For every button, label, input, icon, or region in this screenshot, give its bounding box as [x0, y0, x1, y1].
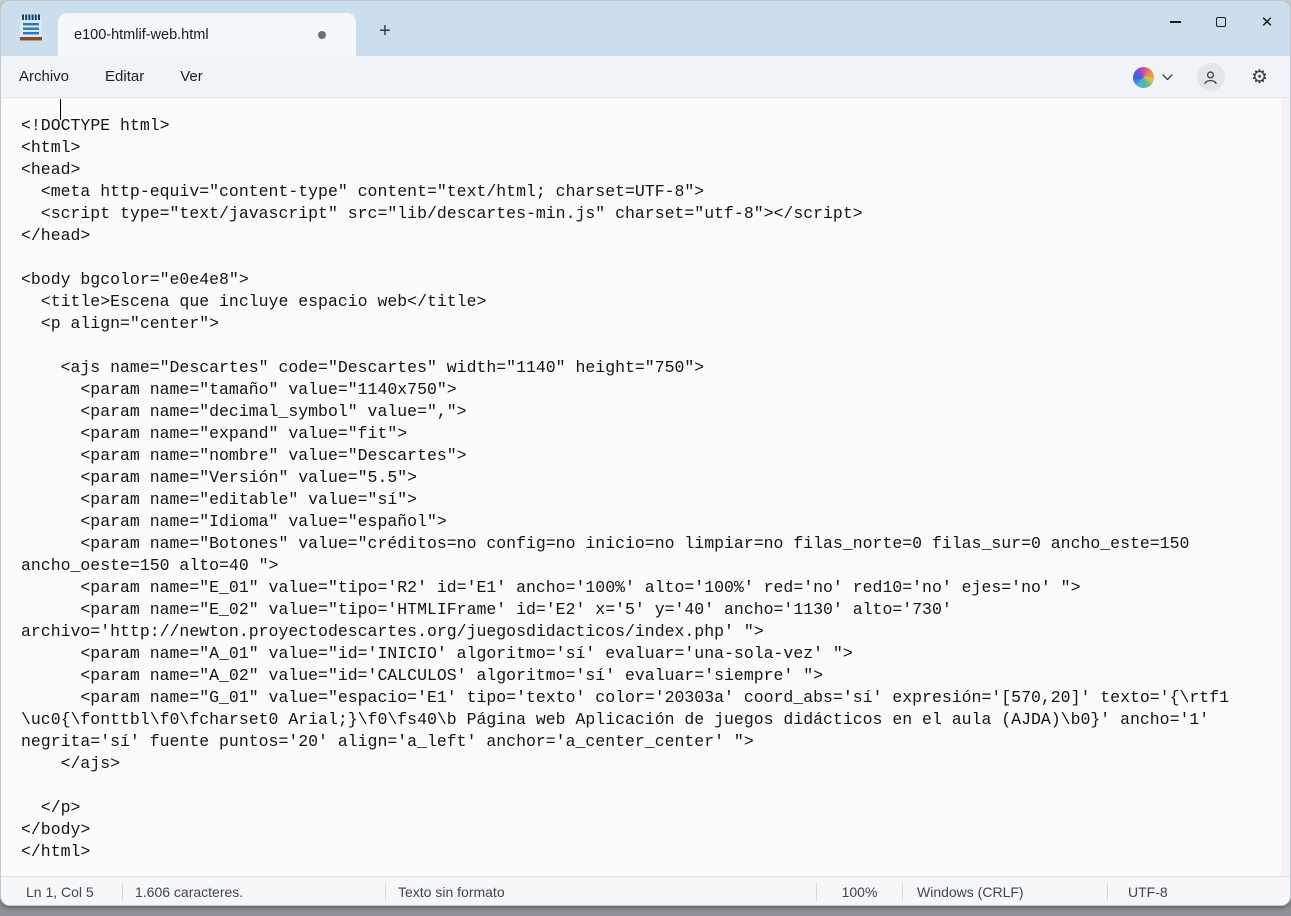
- code-line[interactable]: negrita='sí' fuente puntos='20' align='a…: [21, 731, 1290, 753]
- menubar-right: ⚙: [1127, 56, 1276, 98]
- code-line[interactable]: <param name="Idioma" value="español">: [21, 511, 1290, 533]
- new-tab-button[interactable]: +: [370, 18, 400, 44]
- zoom-level[interactable]: 100%: [817, 884, 902, 900]
- code-line[interactable]: <head>: [21, 159, 1290, 181]
- code-line[interactable]: <param name="A_01" value="id='INICIO' al…: [21, 643, 1290, 665]
- code-line[interactable]: [21, 247, 1290, 269]
- code-line[interactable]: [21, 775, 1290, 797]
- minimize-button[interactable]: [1152, 1, 1198, 43]
- minimize-icon: [1170, 21, 1181, 22]
- line-ending[interactable]: Windows (CRLF): [903, 884, 1107, 900]
- unsaved-changes-dot: [318, 31, 326, 39]
- account-icon: [1202, 69, 1219, 86]
- code-line[interactable]: <!DOCTYPE html>: [21, 115, 1290, 137]
- code-line[interactable]: archivo='http://newton.proyectodescartes…: [21, 621, 1290, 643]
- copilot-icon: [1133, 67, 1154, 88]
- close-button[interactable]: ✕: [1244, 1, 1290, 43]
- code-line[interactable]: <script type="text/javascript" src="lib/…: [21, 203, 1290, 225]
- tab-title: e100-htmlif-web.html: [74, 27, 318, 43]
- vertical-scrollbar[interactable]: [1281, 98, 1290, 876]
- settings-button[interactable]: ⚙: [1243, 66, 1276, 89]
- code-line[interactable]: <param name="tamaño" value="1140x750">: [21, 379, 1290, 401]
- statusbar: Ln 1, Col 5 1.606 caracteres. Texto sin …: [1, 876, 1290, 906]
- code-line[interactable]: </head>: [21, 225, 1290, 247]
- code-line[interactable]: ancho_oeste=150 alto=40 ">: [21, 555, 1290, 577]
- code-line[interactable]: <param name="decimal_symbol" value=",">: [21, 401, 1290, 423]
- code-line[interactable]: <param name="nombre" value="Descartes">: [21, 445, 1290, 467]
- code-line[interactable]: <param name="expand" value="fit">: [21, 423, 1290, 445]
- code-line[interactable]: <body bgcolor="e0e4e8">: [21, 269, 1290, 291]
- code-line[interactable]: <title>Escena que incluye espacio web</t…: [21, 291, 1290, 313]
- desktop-backdrop: e100-htmlif-web.html + ✕ Archivo Editar …: [0, 0, 1291, 916]
- account-button[interactable]: [1197, 63, 1225, 91]
- window-controls: ✕: [1152, 1, 1290, 43]
- code-line[interactable]: <param name="Versión" value="5.5">: [21, 467, 1290, 489]
- code-line[interactable]: <param name="G_01" value="espacio='E1' t…: [21, 687, 1290, 709]
- document-format: Texto sin formato: [386, 884, 816, 900]
- menu-editar[interactable]: Editar: [87, 60, 162, 93]
- close-icon: ✕: [1261, 15, 1274, 30]
- titlebar[interactable]: e100-htmlif-web.html + ✕: [1, 1, 1290, 56]
- code-line[interactable]: </ajs>: [21, 753, 1290, 775]
- code-line[interactable]: <p align="center">: [21, 313, 1290, 335]
- editor-text: <!DOCTYPE html><html><head> <meta http-e…: [21, 115, 1290, 863]
- menu-archivo[interactable]: Archivo: [1, 60, 87, 93]
- character-count: 1.606 caracteres.: [123, 884, 385, 900]
- text-editor-area[interactable]: <!DOCTYPE html><html><head> <meta http-e…: [1, 98, 1290, 876]
- code-line[interactable]: <param name="editable" value="sí">: [21, 489, 1290, 511]
- code-line[interactable]: <param name="E_01" value="tipo='R2' id='…: [21, 577, 1290, 599]
- maximize-button[interactable]: [1198, 1, 1244, 43]
- chevron-down-icon: [1162, 74, 1173, 81]
- cursor-position: Ln 1, Col 5: [1, 884, 122, 900]
- code-line[interactable]: [21, 335, 1290, 357]
- code-line[interactable]: <param name="Botones" value="créditos=no…: [21, 533, 1290, 555]
- code-line[interactable]: <ajs name="Descartes" code="Descartes" w…: [21, 357, 1290, 379]
- code-line[interactable]: </html>: [21, 841, 1290, 863]
- menubar: Archivo Editar Ver ⚙: [1, 56, 1290, 98]
- code-line[interactable]: <meta http-equiv="content-type" content=…: [21, 181, 1290, 203]
- menu-ver[interactable]: Ver: [162, 60, 221, 93]
- code-line[interactable]: \uc0{\fonttbl\f0\fcharset0 Arial;}\f0\fs…: [21, 709, 1290, 731]
- gear-icon: ⚙: [1251, 67, 1268, 88]
- notepad-window: e100-htmlif-web.html + ✕ Archivo Editar …: [0, 0, 1291, 906]
- tab-e100-htmlif-web[interactable]: e100-htmlif-web.html: [58, 13, 356, 56]
- code-line[interactable]: <html>: [21, 137, 1290, 159]
- encoding[interactable]: UTF-8: [1108, 884, 1168, 900]
- maximize-icon: [1216, 17, 1226, 27]
- notepad-icon: [19, 14, 43, 43]
- code-line[interactable]: </p>: [21, 797, 1290, 819]
- code-line[interactable]: </body>: [21, 819, 1290, 841]
- copilot-button[interactable]: [1127, 63, 1179, 92]
- code-line[interactable]: <param name="A_02" value="id='CALCULOS' …: [21, 665, 1290, 687]
- code-line[interactable]: <param name="E_02" value="tipo='HTMLIFra…: [21, 599, 1290, 621]
